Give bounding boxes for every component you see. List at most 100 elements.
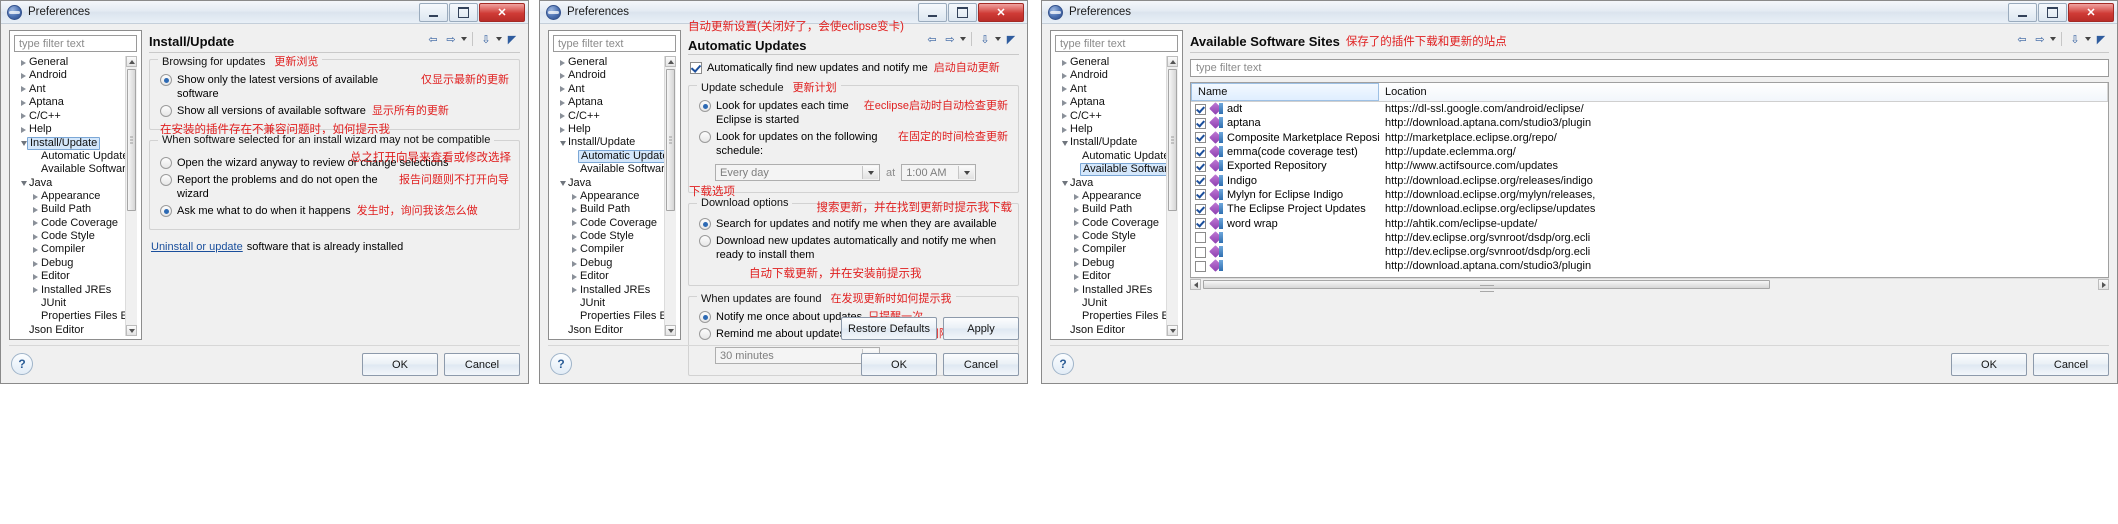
cell-name[interactable]: Exported Repository	[1191, 160, 1379, 172]
chevron-right-icon[interactable]	[30, 233, 41, 240]
chevron-right-icon[interactable]	[569, 193, 580, 200]
scroll-down-icon[interactable]	[665, 325, 676, 336]
preferences-tree-3[interactable]: General Android Ant Aptana C/C++ Help Install/…	[1055, 56, 1178, 336]
chevron-down-icon[interactable]	[1059, 180, 1070, 186]
chevron-right-icon[interactable]	[1071, 287, 1082, 294]
tree-item-build-path[interactable]: Build Path	[553, 203, 664, 216]
tree-item-code-coverage[interactable]: Code Coverage	[1055, 217, 1166, 230]
tree-item-aptana[interactable]: Aptana	[1055, 96, 1166, 109]
radio-icon[interactable]	[160, 74, 172, 86]
radio-row-each-start[interactable]: Look for updates each time Eclipse is st…	[699, 99, 1008, 127]
checkbox-icon[interactable]	[1195, 146, 1206, 158]
schedule-day-combo[interactable]: Every day	[715, 164, 880, 181]
chevron-right-icon[interactable]	[1071, 260, 1082, 267]
tree-item-appearance[interactable]: Appearance	[14, 190, 125, 203]
chevron-right-icon[interactable]	[1059, 86, 1070, 93]
preferences-tree-pane-2[interactable]: type filter text General Android Ant Aptana…	[548, 30, 681, 340]
cancel-button[interactable]: Cancel	[2033, 353, 2109, 376]
preferences-window-2[interactable]: Preferences ✕ type filter text General An…	[539, 0, 1028, 384]
cell-name[interactable]: aptana	[1191, 117, 1379, 129]
chevron-right-icon[interactable]	[18, 99, 29, 106]
close-button[interactable]: ✕	[479, 3, 525, 22]
tree-item-ant[interactable]: Ant	[1055, 83, 1166, 96]
window-controls-2[interactable]: ✕	[918, 3, 1024, 22]
tree-item-aptana[interactable]: Aptana	[553, 96, 664, 109]
scroll-thumb[interactable]	[127, 69, 136, 211]
cell-name[interactable]: emma(code coverage test)	[1191, 146, 1379, 158]
tree-item-compiler[interactable]: Compiler	[14, 243, 125, 256]
history-dropdown-icon[interactable]	[2050, 37, 2056, 41]
back-icon[interactable]: ⇦	[924, 31, 940, 47]
footer-buttons-1[interactable]: OK Cancel	[362, 353, 520, 376]
tree-vscrollbar-3[interactable]	[1166, 56, 1178, 336]
chevron-right-icon[interactable]	[557, 126, 568, 133]
tree-item-java[interactable]: Java	[553, 177, 664, 190]
radio-icon[interactable]	[160, 105, 172, 117]
filter-input-3[interactable]: type filter text	[1055, 35, 1178, 52]
tree-item-ant[interactable]: Ant	[553, 83, 664, 96]
table-header-row[interactable]: Name Location	[1191, 83, 2108, 102]
radio-icon[interactable]	[699, 311, 711, 323]
restore-defaults-icon[interactable]: ⇩	[977, 31, 993, 47]
checkbox-icon[interactable]	[1195, 232, 1206, 244]
tree-item-help[interactable]: Help	[1055, 123, 1166, 136]
table-row[interactable]: Composite Marketplace Repository http://m…	[1191, 131, 2108, 145]
chevron-right-icon[interactable]	[30, 247, 41, 254]
cell-name[interactable]: Composite Marketplace Repository	[1191, 131, 1379, 144]
tree-item-junit[interactable]: JUnit	[14, 297, 125, 310]
chevron-right-icon[interactable]	[557, 86, 568, 93]
forward-icon[interactable]: ⇨	[942, 31, 958, 47]
tree-item-junit[interactable]: JUnit	[553, 297, 664, 310]
table-row[interactable]: Indigo http://download.eclipse.org/releas…	[1191, 173, 2108, 187]
footer-buttons-2[interactable]: OK Cancel	[861, 353, 1019, 376]
table-row[interactable]: Mylyn for Eclipse Indigo http://download.…	[1191, 188, 2108, 202]
preferences-tree-1[interactable]: General Android Ant Aptana C/C++ Help Install/…	[14, 56, 137, 336]
tree-item-code-style[interactable]: Code Style	[553, 230, 664, 243]
ok-button[interactable]: OK	[362, 353, 438, 376]
schedule-time-combo[interactable]: 1:00 AM	[901, 164, 977, 181]
tree-item-compiler[interactable]: Compiler	[553, 243, 664, 256]
tree-vscrollbar-2[interactable]	[664, 56, 676, 336]
scroll-right-icon[interactable]	[2098, 279, 2109, 290]
tree-item-automatic-updates[interactable]: Automatic Updates	[1055, 150, 1175, 163]
tree-item-available-software-s[interactable]: Available Software S	[553, 163, 676, 176]
preferences-window-3[interactable]: Preferences ✕ type filter text General An…	[1041, 0, 2118, 384]
footer-buttons-3[interactable]: OK Cancel	[1951, 353, 2109, 376]
chevron-right-icon[interactable]	[569, 233, 580, 240]
chevron-right-icon[interactable]	[569, 220, 580, 227]
checkbox-icon[interactable]	[1195, 218, 1206, 230]
cancel-button[interactable]: Cancel	[943, 353, 1019, 376]
back-icon[interactable]: ⇦	[425, 31, 441, 47]
radio-icon[interactable]	[699, 100, 711, 112]
tree-item-installed-jres[interactable]: Installed JREs	[553, 284, 664, 297]
table-row[interactable]: aptana http://download.aptana.com/studio3…	[1191, 116, 2108, 130]
chevron-right-icon[interactable]	[1059, 73, 1070, 80]
tree-item-json-editor[interactable]: Json Editor	[14, 324, 125, 336]
radio-row-auto-download[interactable]: Download new updates automatically and n…	[699, 234, 1008, 262]
uninstall-or-update-link[interactable]: Uninstall or update	[151, 240, 243, 254]
maximize-button[interactable]	[948, 3, 977, 22]
checkbox-icon[interactable]	[1195, 189, 1206, 201]
chevron-right-icon[interactable]	[30, 273, 41, 280]
chevron-right-icon[interactable]	[1071, 247, 1082, 254]
minimize-button[interactable]	[419, 3, 448, 22]
tree-item-c-c[interactable]: C/C++	[1055, 110, 1166, 123]
radio-icon[interactable]	[160, 174, 172, 186]
cell-name[interactable]: Indigo	[1191, 174, 1379, 187]
tree-item-compiler[interactable]: Compiler	[1055, 243, 1166, 256]
preferences-tree-pane-3[interactable]: type filter text General Android Ant Aptana…	[1050, 30, 1183, 340]
scroll-up-icon[interactable]	[126, 56, 137, 67]
tree-item-editor[interactable]: Editor	[1055, 270, 1166, 283]
table-row[interactable]: adt https://dl-ssl.google.com/android/ecl…	[1191, 102, 2108, 116]
remind-interval-combo[interactable]: 30 minutes	[715, 347, 880, 364]
preferences-tree-2[interactable]: General Android Ant Aptana C/C++ Help Install/…	[553, 56, 676, 336]
preferences-window-1[interactable]: Preferences ✕ type filter text General An…	[0, 0, 529, 384]
titlebar-1[interactable]: Preferences ✕	[1, 1, 528, 24]
tree-item-debug[interactable]: Debug	[1055, 257, 1166, 270]
window-controls-3[interactable]: ✕	[2008, 3, 2114, 22]
tree-item-properties-files-edito[interactable]: Properties Files Edito	[553, 310, 676, 323]
schedule-controls-row[interactable]: Every day at 1:00 AM	[715, 164, 1008, 181]
radio-row-report-problems[interactable]: Report the problems and do not open the …	[160, 173, 509, 201]
auto-find-updates-row[interactable]: Automatically find new updates and notif…	[690, 61, 1019, 75]
tree-item-appearance[interactable]: Appearance	[553, 190, 664, 203]
